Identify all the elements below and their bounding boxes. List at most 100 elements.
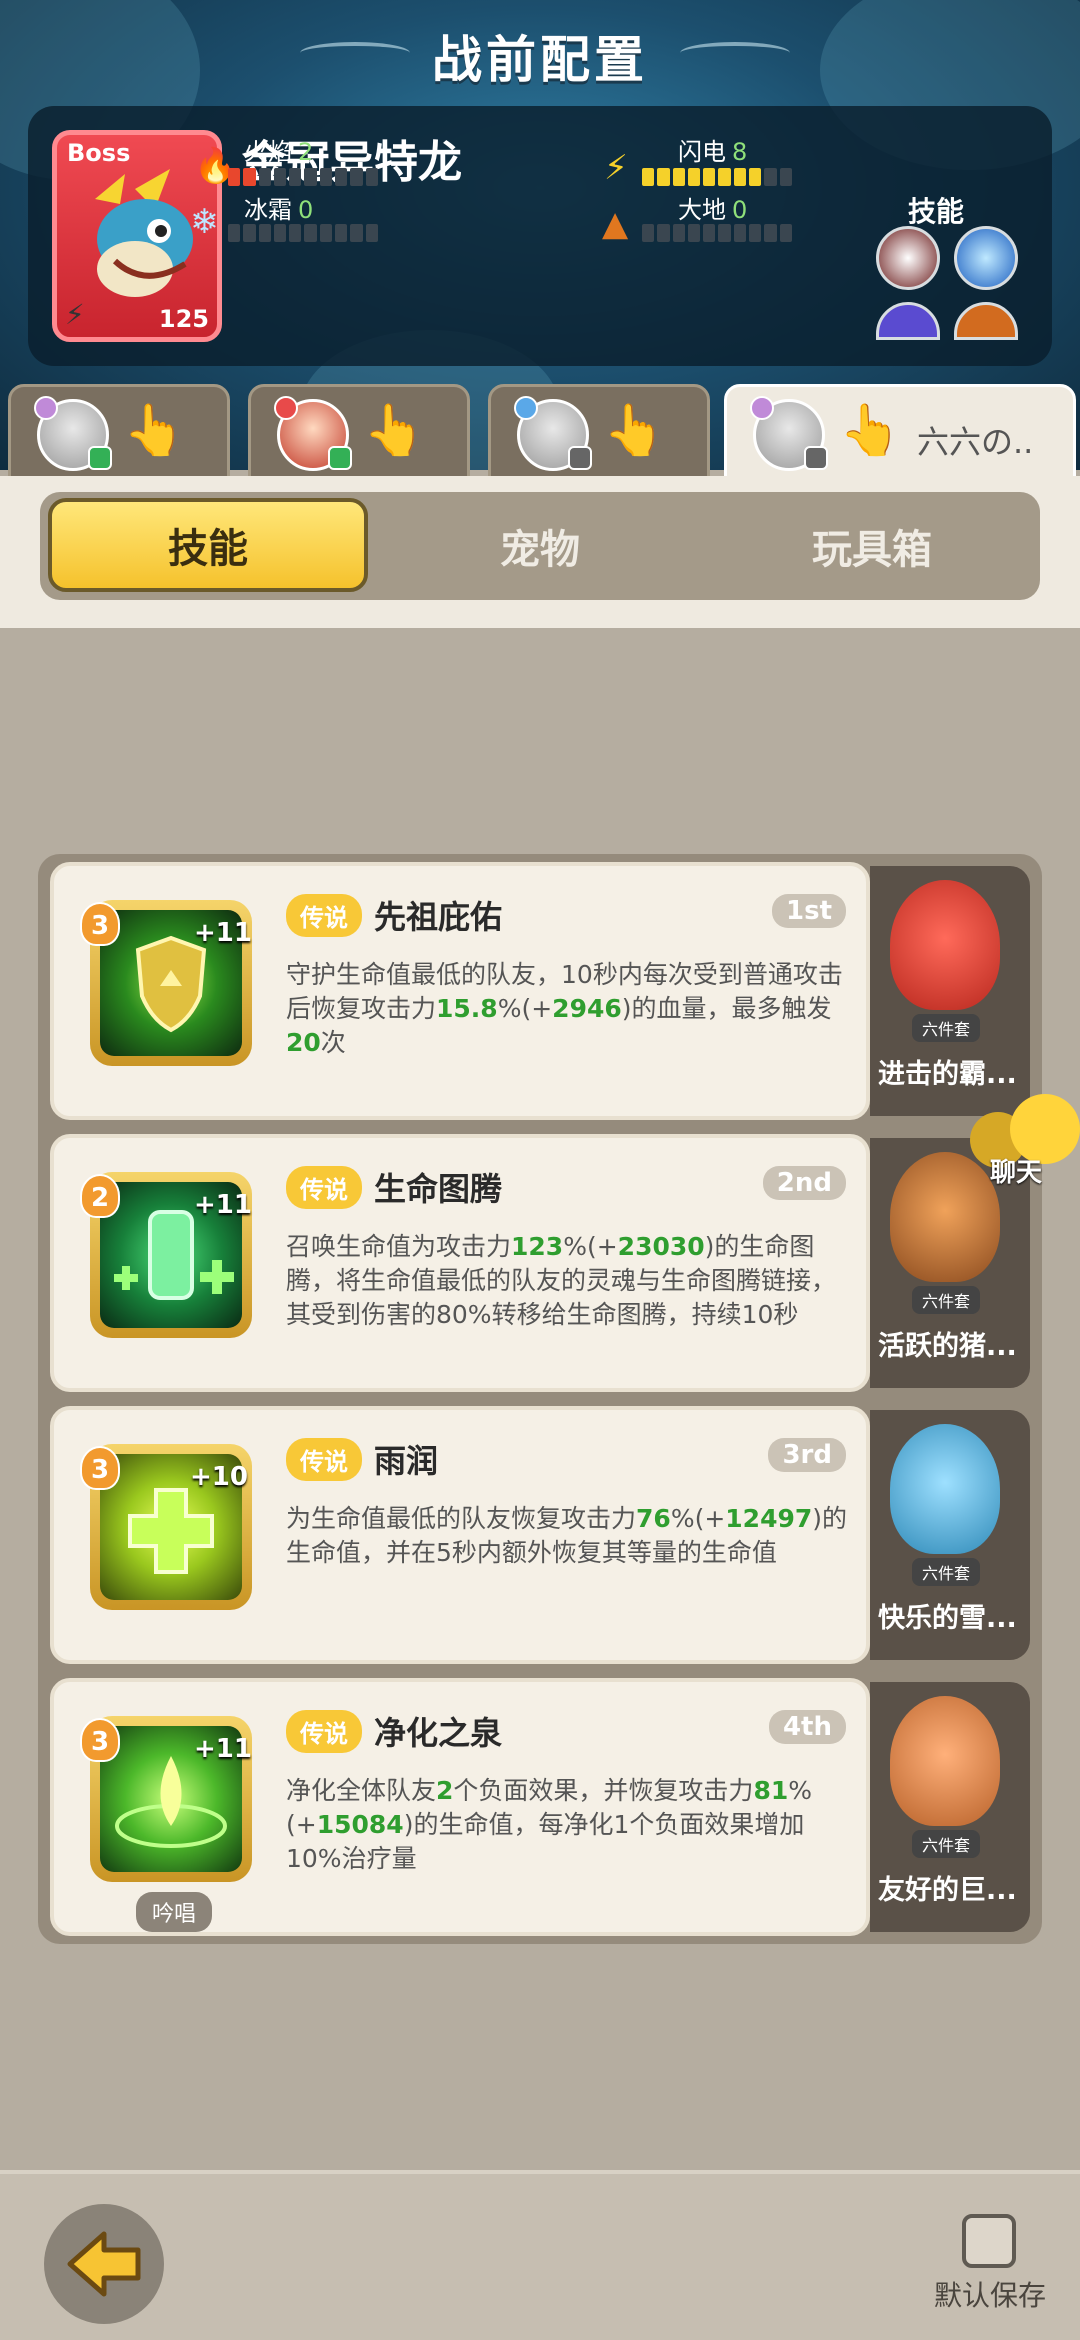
pet-set-badge: 六件套 — [912, 1014, 981, 1042]
skill-name: 先祖庇佑 — [374, 898, 503, 936]
lightning-skill-icon[interactable] — [954, 226, 1018, 290]
segment-control: 技能 宠物 玩具箱 — [40, 492, 1040, 600]
lightning-stat: 闪电 8 — [678, 132, 747, 167]
tab-skills[interactable]: 技能 — [48, 498, 368, 592]
ice-stat: 冰霜 0 — [244, 190, 313, 225]
lightning-bar — [642, 168, 792, 186]
pet-name: 活跃的猪... — [878, 1331, 1017, 1362]
skill-row-4[interactable]: +11 3 吟唱 传说 净化之泉 4th 净化全体队友2个负面效果，并恢复攻击力… — [50, 1678, 1030, 1936]
hero-tab-name: 六六の.. — [917, 423, 1034, 461]
hand-star-icon: 👆 — [603, 401, 666, 459]
avatar — [514, 396, 592, 471]
tab-toybox[interactable]: 玩具箱 — [712, 492, 1032, 600]
skill-row-1[interactable]: +11 3 传说 先祖庇佑 1st 守护生命值最低的队友，10秒内每次受到普通攻… — [50, 862, 1030, 1120]
back-button[interactable] — [44, 2204, 164, 2324]
hero-tab-3[interactable]: 👆 — [488, 384, 710, 484]
avatar — [34, 396, 112, 471]
back-arrow-icon — [67, 2231, 141, 2297]
skill-description: 净化全体队友2个负面效果，并恢复攻击力81%(+15084)的生命值，每净化1个… — [286, 1776, 812, 1873]
upgrade-level: +10 — [190, 1462, 248, 1492]
chant-badge: 吟唱 — [136, 1892, 213, 1932]
star-rank-badge: 3 — [80, 1718, 120, 1762]
upgrade-level: +11 — [194, 918, 252, 948]
skill-order: 3rd — [768, 1438, 846, 1472]
pet-slot[interactable]: 六件套 快乐的雪... — [870, 1410, 1030, 1660]
fire-value: 2 — [298, 138, 314, 166]
default-save-checkbox[interactable] — [962, 2214, 1016, 2268]
lightning-icon: ⚡ — [604, 148, 628, 188]
fire-label: 火焰 — [244, 138, 292, 166]
rarity-badge: 传说 — [286, 894, 362, 937]
frost-icon: ❄ — [190, 202, 219, 242]
skill-list: +11 3 传说 先祖庇佑 1st 守护生命值最低的队友，10秒内每次受到普通攻… — [38, 854, 1042, 1944]
pet-slot[interactable]: 六件套 进击的霸... — [870, 866, 1030, 1116]
default-save-label: 默认保存 — [934, 2279, 1047, 2312]
skill-icon-3[interactable] — [876, 302, 940, 340]
pet-figure-icon — [890, 1424, 1000, 1554]
skill-row-3[interactable]: +10 3 传说 雨润 3rd 为生命值最低的队友恢复攻击力76%(+12497… — [50, 1406, 1030, 1664]
skill-description: 为生命值最低的队友恢复攻击力76%(+12497)的生命值，并在5秒内额外恢复其… — [286, 1504, 848, 1567]
tab-pets[interactable]: 宠物 — [380, 492, 700, 600]
boss-tag: Boss — [67, 139, 131, 167]
dragon-icon — [95, 169, 193, 297]
skill-description: 守护生命值最低的队友，10秒内每次受到普通攻击后恢复攻击力15.8%(+2946… — [286, 960, 843, 1057]
pet-set-badge: 六件套 — [912, 1830, 981, 1858]
rarity-badge: 传说 — [286, 1438, 362, 1481]
rarity-badge: 传说 — [286, 1166, 362, 1209]
hand-star-icon: 👆 — [363, 401, 426, 459]
avatar — [274, 396, 352, 471]
pet-name: 友好的巨... — [878, 1875, 1017, 1906]
skill-card[interactable]: +10 3 传说 雨润 3rd 为生命值最低的队友恢复攻击力76%(+12497… — [50, 1406, 870, 1664]
skill-row-2[interactable]: +11 2 传说 生命图腾 2nd 召唤生命值为攻击力123%(+23030)的… — [50, 1134, 1030, 1392]
skill-card[interactable]: +11 2 传说 生命图腾 2nd 召唤生命值为攻击力123%(+23030)的… — [50, 1134, 870, 1392]
pet-slot[interactable]: 六件套 友好的巨... — [870, 1682, 1030, 1932]
star-rank-badge: 3 — [80, 1446, 120, 1490]
rarity-badge: 传说 — [286, 1710, 362, 1753]
skill-icon-4[interactable] — [954, 302, 1018, 340]
hero-tab-2[interactable]: 👆 — [248, 384, 470, 484]
hero-tab-4[interactable]: 👆 六六の.. — [724, 384, 1076, 484]
pet-set-badge: 六件套 — [912, 1286, 981, 1314]
upgrade-level: +11 — [194, 1734, 252, 1764]
skill-order: 1st — [772, 894, 846, 928]
upgrade-level: +11 — [194, 1190, 252, 1220]
hand-star-icon: 👆 — [839, 401, 902, 459]
earth-icon: ▲ — [602, 204, 629, 244]
ice-value: 0 — [298, 196, 314, 224]
pet-set-badge: 六件套 — [912, 1558, 981, 1586]
skill-name: 净化之泉 — [374, 1714, 503, 1752]
fire-bar — [228, 168, 378, 186]
skill-card[interactable]: +11 3 传说 先祖庇佑 1st 守护生命值最低的队友，10秒内每次受到普通攻… — [50, 862, 870, 1120]
ice-bar — [228, 224, 378, 242]
pet-figure-icon — [890, 1696, 1000, 1826]
lightning-value: 8 — [732, 138, 748, 166]
page-title: 战前配置 — [432, 31, 648, 89]
boss-level: 125 — [158, 305, 209, 333]
avatar — [750, 396, 828, 471]
skill-order: 2nd — [762, 1166, 846, 1200]
chat-label: 聊天 — [990, 1158, 1043, 1188]
earth-label: 大地 — [678, 196, 726, 224]
pet-name: 进击的霸... — [878, 1059, 1017, 1090]
skill-card[interactable]: +11 3 吟唱 传说 净化之泉 4th 净化全体队友2个负面效果，并恢复攻击力… — [50, 1678, 870, 1936]
earth-value: 0 — [732, 196, 748, 224]
lightning-fire-icon: ⚡ — [65, 298, 85, 331]
ice-label: 冰霜 — [244, 196, 292, 224]
star-rank-badge: 2 — [80, 1174, 120, 1218]
fire-stat: 火焰 2 — [244, 132, 313, 167]
hand-star-icon: 👆 — [123, 401, 186, 459]
hero-tab-1[interactable]: 👆 — [8, 384, 230, 484]
earth-bar — [642, 224, 792, 242]
pet-name: 快乐的雪... — [878, 1603, 1017, 1634]
star-rank-badge: 3 — [80, 902, 120, 946]
pet-figure-icon — [890, 880, 1000, 1010]
skill-name: 生命图腾 — [374, 1170, 503, 1208]
skill-description: 召唤生命值为攻击力123%(+23030)的生命图腾，将生命值最低的队友的灵魂与… — [286, 1232, 837, 1329]
lightning-label: 闪电 — [678, 138, 726, 166]
bite-skill-icon[interactable] — [876, 226, 940, 290]
chat-button[interactable]: 聊天 — [970, 1090, 1080, 1200]
skill-name: 雨润 — [374, 1442, 439, 1480]
boss-panel: Boss ⚡ 125 金冠异特龙 🔥 火焰 2 ⚡ 闪电 8 ❄ 冰霜 0 ▲ … — [28, 106, 1052, 366]
skill-order: 4th — [768, 1710, 846, 1744]
boss-skills-label: 技能 — [908, 195, 965, 228]
